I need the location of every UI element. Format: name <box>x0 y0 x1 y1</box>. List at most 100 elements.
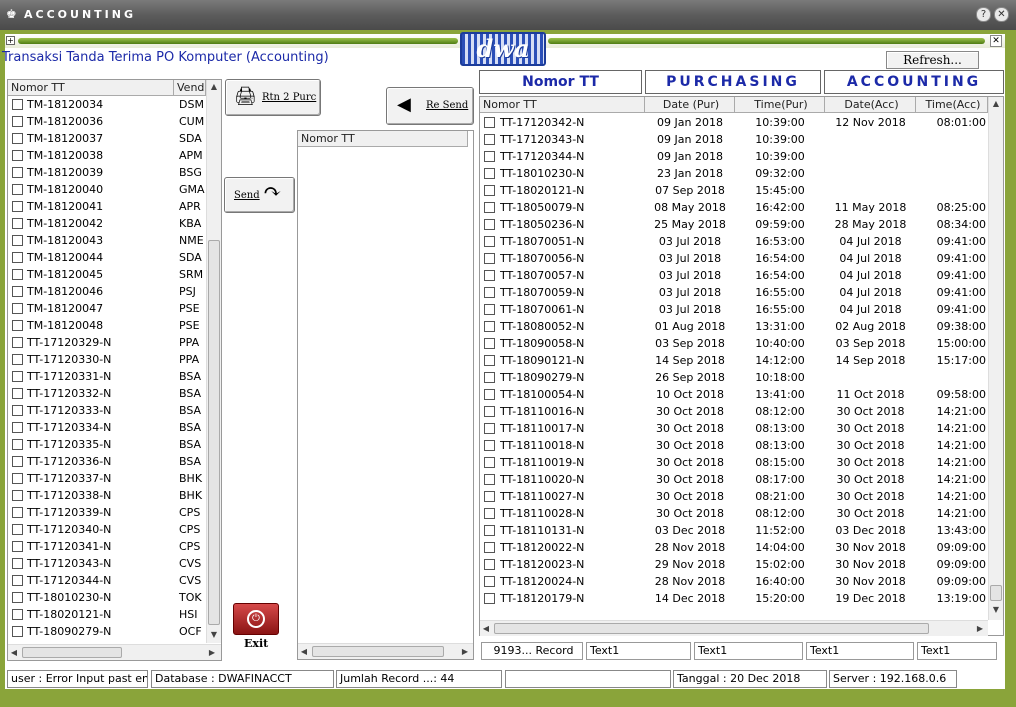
row-checkbox[interactable] <box>484 355 495 366</box>
table-row[interactable]: TT-18110017-N 30 Oct 2018 08:13:00 30 Oct 2… <box>480 420 988 437</box>
row-checkbox[interactable] <box>484 287 495 298</box>
row-checkbox[interactable] <box>484 270 495 281</box>
table-row[interactable]: TT-18110020-N 30 Oct 2018 08:17:00 30 Oct 2… <box>480 471 988 488</box>
row-checkbox[interactable] <box>484 151 495 162</box>
table-row[interactable]: TT-18070057-N 03 Jul 2018 16:54:00 04 Jul 2… <box>480 267 988 284</box>
list-item[interactable]: TT-17120335-N BSA <box>8 436 206 453</box>
list-item[interactable]: TT-17120339-N CPS <box>8 504 206 521</box>
list-item[interactable]: TM-18120044 SDA <box>8 249 206 266</box>
row-checkbox[interactable] <box>484 372 495 383</box>
right-vscroll[interactable]: ▲ ▼ <box>988 97 1003 620</box>
row-checkbox[interactable] <box>484 304 495 315</box>
scroll-thumb[interactable] <box>22 647 122 658</box>
row-checkbox[interactable] <box>484 525 495 536</box>
scroll-thumb[interactable] <box>312 646 444 657</box>
scroll-up-icon[interactable]: ▲ <box>208 82 220 91</box>
row-checkbox[interactable] <box>12 490 23 501</box>
scroll-thumb[interactable] <box>494 623 929 634</box>
row-checkbox[interactable] <box>484 559 495 570</box>
list-item[interactable]: TT-17120340-N CPS <box>8 521 206 538</box>
list-item[interactable]: TT-17120333-N BSA <box>8 402 206 419</box>
list-item[interactable]: TT-17120330-N PPA <box>8 351 206 368</box>
list-item[interactable]: TM-18120039 BSG <box>8 164 206 181</box>
row-checkbox[interactable] <box>12 269 23 280</box>
list-item[interactable]: TT-17120332-N BSA <box>8 385 206 402</box>
row-checkbox[interactable] <box>484 491 495 502</box>
row-checkbox[interactable] <box>12 422 23 433</box>
row-checkbox[interactable] <box>12 456 23 467</box>
row-checkbox[interactable] <box>484 321 495 332</box>
row-checkbox[interactable] <box>12 235 23 246</box>
table-row[interactable]: TT-18070051-N 03 Jul 2018 16:53:00 04 Jul 2… <box>480 233 988 250</box>
list-item[interactable]: TM-18120042 KBA <box>8 215 206 232</box>
rtn-2-purc-button[interactable]: 🖨 Rtn 2 Purc <box>225 79 321 116</box>
middle-hscroll[interactable]: ◀ ▶ <box>298 643 473 659</box>
text1-field-1[interactable]: Text1 <box>586 642 691 660</box>
scroll-up-icon[interactable]: ▲ <box>990 99 1002 108</box>
list-item[interactable]: TT-17120329-N PPA <box>8 334 206 351</box>
list-item[interactable]: TM-18120034 DSM <box>8 96 206 113</box>
row-checkbox[interactable] <box>12 541 23 552</box>
scroll-right-icon[interactable]: ▶ <box>974 624 986 633</box>
refresh-button[interactable]: Refresh... <box>886 51 979 69</box>
list-item[interactable]: TT-17120334-N BSA <box>8 419 206 436</box>
row-checkbox[interactable] <box>12 592 23 603</box>
send-button[interactable]: Send ↷ <box>224 177 295 213</box>
list-item[interactable]: TM-18120046 PSJ <box>8 283 206 300</box>
row-checkbox[interactable] <box>12 507 23 518</box>
row-checkbox[interactable] <box>484 338 495 349</box>
scroll-left-icon[interactable]: ◀ <box>480 624 492 633</box>
row-checkbox[interactable] <box>12 371 23 382</box>
table-row[interactable]: TT-18090121-N 14 Sep 2018 14:12:00 14 Sep 2… <box>480 352 988 369</box>
row-checkbox[interactable] <box>12 405 23 416</box>
left-col-header-nomor[interactable]: Nomor TT <box>8 80 174 96</box>
row-checkbox[interactable] <box>484 219 495 230</box>
list-item[interactable]: TM-18120036 CUM <box>8 113 206 130</box>
list-item[interactable]: TM-18120045 SRM <box>8 266 206 283</box>
row-checkbox[interactable] <box>12 609 23 620</box>
row-checkbox[interactable] <box>12 201 23 212</box>
table-row[interactable]: TT-18070059-N 03 Jul 2018 16:55:00 04 Jul 2… <box>480 284 988 301</box>
row-checkbox[interactable] <box>12 354 23 365</box>
help-button[interactable]: ? <box>976 7 991 22</box>
row-checkbox[interactable] <box>484 202 495 213</box>
row-checkbox[interactable] <box>484 508 495 519</box>
table-row[interactable]: TT-18090279-N 26 Sep 2018 10:18:00 <box>480 369 988 386</box>
list-item[interactable]: TT-17120331-N BSA <box>8 368 206 385</box>
list-item[interactable]: TT-17120337-N BHK <box>8 470 206 487</box>
table-row[interactable]: TT-18090058-N 03 Sep 2018 10:40:00 03 Sep 2… <box>480 335 988 352</box>
grid-col-header-time-pur[interactable]: Time(Pur) <box>735 97 825 113</box>
table-row[interactable]: TT-18110018-N 30 Oct 2018 08:13:00 30 Oct 2… <box>480 437 988 454</box>
table-row[interactable]: TT-18110016-N 30 Oct 2018 08:12:00 30 Oct 2… <box>480 403 988 420</box>
list-item[interactable]: TT-17120336-N BSA <box>8 453 206 470</box>
row-checkbox[interactable] <box>12 320 23 331</box>
grid-col-header-date-pur[interactable]: Date (Pur) <box>645 97 735 113</box>
table-row[interactable]: TT-18050079-N 08 May 2018 16:42:00 11 May 2… <box>480 199 988 216</box>
table-row[interactable]: TT-18110131-N 03 Dec 2018 11:52:00 03 Dec 2… <box>480 522 988 539</box>
row-checkbox[interactable] <box>484 593 495 604</box>
form-close-icon[interactable]: ✕ <box>990 35 1002 47</box>
table-row[interactable]: TT-18120023-N 29 Nov 2018 15:02:00 30 Nov 2… <box>480 556 988 573</box>
list-item[interactable]: TM-18120037 SDA <box>8 130 206 147</box>
text1-field-3[interactable]: Text1 <box>806 642 914 660</box>
row-checkbox[interactable] <box>484 406 495 417</box>
table-row[interactable]: TT-18110028-N 30 Oct 2018 08:12:00 30 Oct 2… <box>480 505 988 522</box>
row-checkbox[interactable] <box>484 389 495 400</box>
row-checkbox[interactable] <box>484 185 495 196</box>
list-item[interactable]: TT-18090279-N OCF <box>8 623 206 640</box>
list-item[interactable]: TT-17120338-N BHK <box>8 487 206 504</box>
row-checkbox[interactable] <box>12 167 23 178</box>
row-checkbox[interactable] <box>484 440 495 451</box>
list-item[interactable]: TT-17120343-N CVS <box>8 555 206 572</box>
scroll-left-icon[interactable]: ◀ <box>8 648 20 657</box>
left-hscroll[interactable]: ◀ ▶ <box>8 644 221 660</box>
restore-icon[interactable]: + <box>6 36 15 45</box>
row-checkbox[interactable] <box>484 117 495 128</box>
table-row[interactable]: TT-18050236-N 25 May 2018 09:59:00 28 May 2… <box>480 216 988 233</box>
row-checkbox[interactable] <box>484 236 495 247</box>
table-row[interactable]: TT-18070061-N 03 Jul 2018 16:55:00 04 Jul 2… <box>480 301 988 318</box>
scroll-left-icon[interactable]: ◀ <box>298 647 310 656</box>
text1-field-4[interactable]: Text1 <box>917 642 997 660</box>
row-checkbox[interactable] <box>484 134 495 145</box>
row-checkbox[interactable] <box>484 576 495 587</box>
